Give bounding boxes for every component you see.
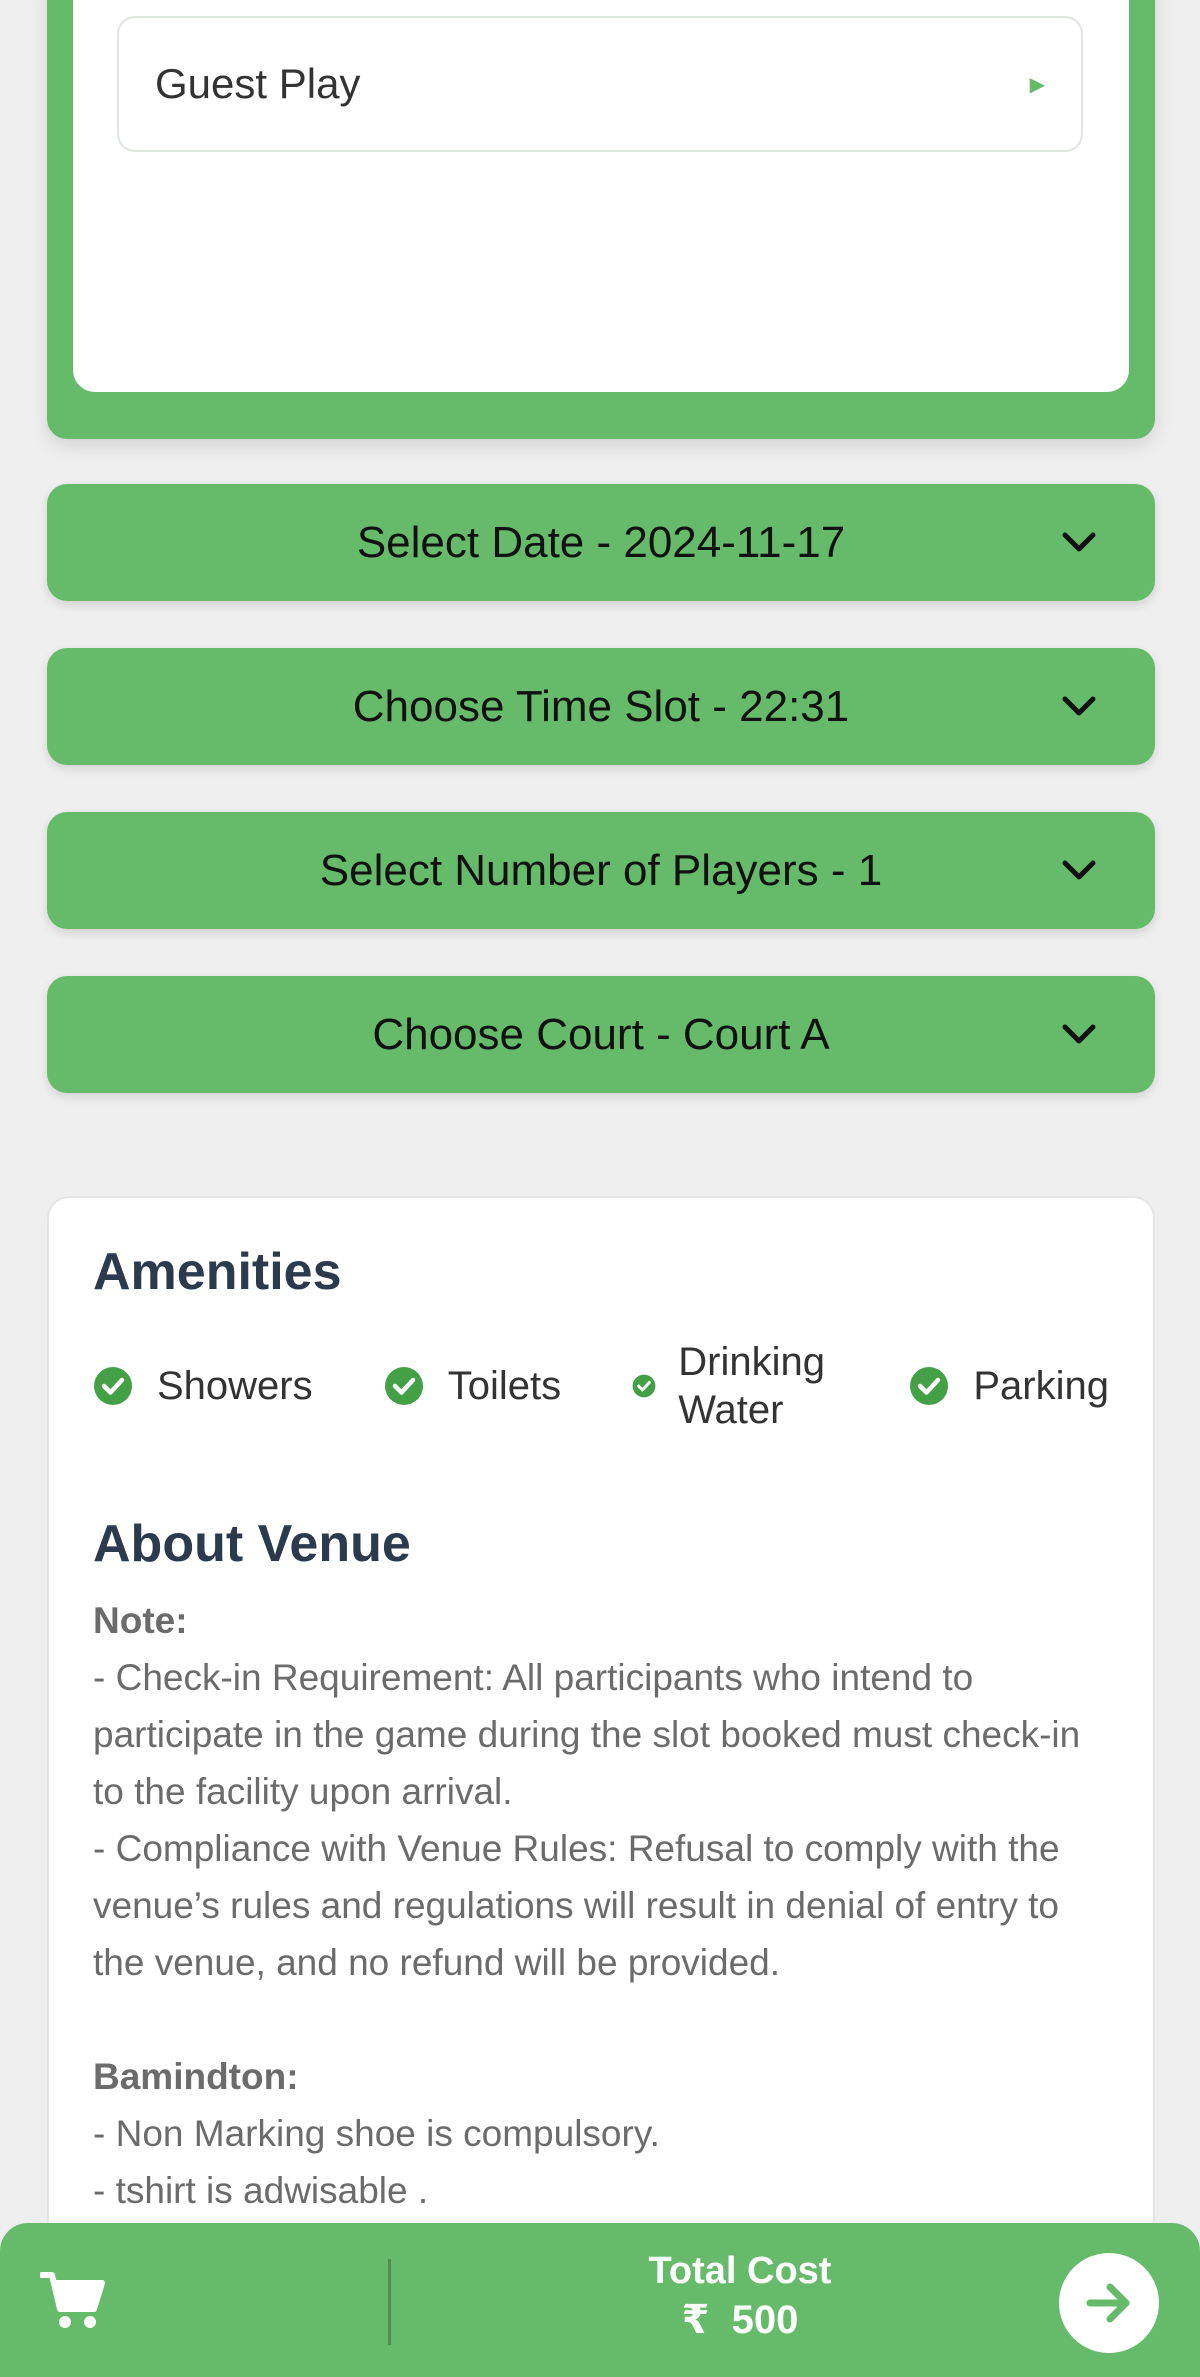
amenity-item: Showers	[93, 1362, 313, 1410]
note-line: - Check-in Requirement: All participants…	[93, 1657, 1081, 1812]
total-amount: 500	[731, 2298, 799, 2342]
choose-court-dropdown[interactable]: Choose Court - Court A	[47, 976, 1155, 1093]
choose-time-slot-dropdown[interactable]: Choose Time Slot - 22:31	[47, 648, 1155, 765]
amenity-label: Drinking Water	[678, 1340, 825, 1432]
check-circle-icon	[632, 1374, 656, 1398]
triangle-right-icon: ▶	[1029, 73, 1045, 96]
play-type-value: Guest Play	[155, 60, 361, 107]
amenities-title: Amenities	[93, 1243, 342, 1301]
total-cost-label: Total Cost	[648, 2250, 832, 2292]
play-type-card: Guest Play ▶	[47, 0, 1155, 439]
play-type-select[interactable]: Guest Play ▶	[117, 16, 1083, 152]
arrow-right-icon	[1086, 2283, 1130, 2323]
chevron-down-icon	[1062, 860, 1096, 879]
amenity-label: Showers	[157, 1364, 313, 1408]
amenity-item: Parking	[909, 1362, 1109, 1410]
check-circle-icon	[910, 1367, 949, 1405]
sport-heading: Bamindton:	[93, 2056, 299, 2097]
amenity-item: Toilets	[384, 1362, 561, 1410]
play-type-card-body: Guest Play ▶	[73, 0, 1129, 392]
venue-info-card: Amenities Showers Toilets Drinking Water	[47, 1196, 1155, 2377]
chevron-down-icon	[1062, 696, 1096, 715]
check-circle-icon	[94, 1367, 132, 1405]
amenity-item: Drinking Water	[632, 1338, 838, 1434]
select-players-label: Select Number of Players - 1	[319, 845, 883, 895]
about-venue-text: Note: - Check-in Requirement: All partic…	[93, 1592, 1109, 2219]
amenities-list: Showers Toilets Drinking Water Parking	[93, 1338, 1109, 1434]
note-heading: Note:	[93, 1600, 188, 1641]
chevron-down-icon	[1062, 1024, 1096, 1043]
select-players-dropdown[interactable]: Select Number of Players - 1	[47, 812, 1155, 929]
amenity-label: Toilets	[447, 1364, 562, 1408]
sport-line: - Non Marking shoe is compulsory.	[93, 2113, 660, 2154]
divider	[388, 2259, 391, 2345]
check-circle-icon	[384, 1367, 423, 1405]
total-cost-value: ₹ 500	[540, 2295, 940, 2345]
total-cost: Total Cost ₹ 500	[540, 2247, 940, 2345]
select-date-label: Select Date - 2024-11-17	[356, 517, 846, 567]
select-date-dropdown[interactable]: Select Date - 2024-11-17	[47, 484, 1155, 601]
sport-line: - tshirt is adwisable .	[93, 2170, 429, 2211]
about-venue-title: About Venue	[93, 1515, 411, 1573]
proceed-button[interactable]	[1059, 2253, 1159, 2353]
note-line: - Compliance with Venue Rules: Refusal t…	[93, 1828, 1060, 1983]
choose-time-slot-label: Choose Time Slot - 22:31	[352, 681, 850, 731]
choose-court-label: Choose Court - Court A	[372, 1009, 830, 1059]
checkout-bar: Total Cost ₹ 500	[0, 2223, 1200, 2377]
amenity-label: Parking	[973, 1364, 1109, 1408]
cart-icon[interactable]	[40, 2269, 106, 2331]
rupee-icon: ₹	[681, 2298, 710, 2342]
chevron-down-icon	[1062, 532, 1096, 551]
